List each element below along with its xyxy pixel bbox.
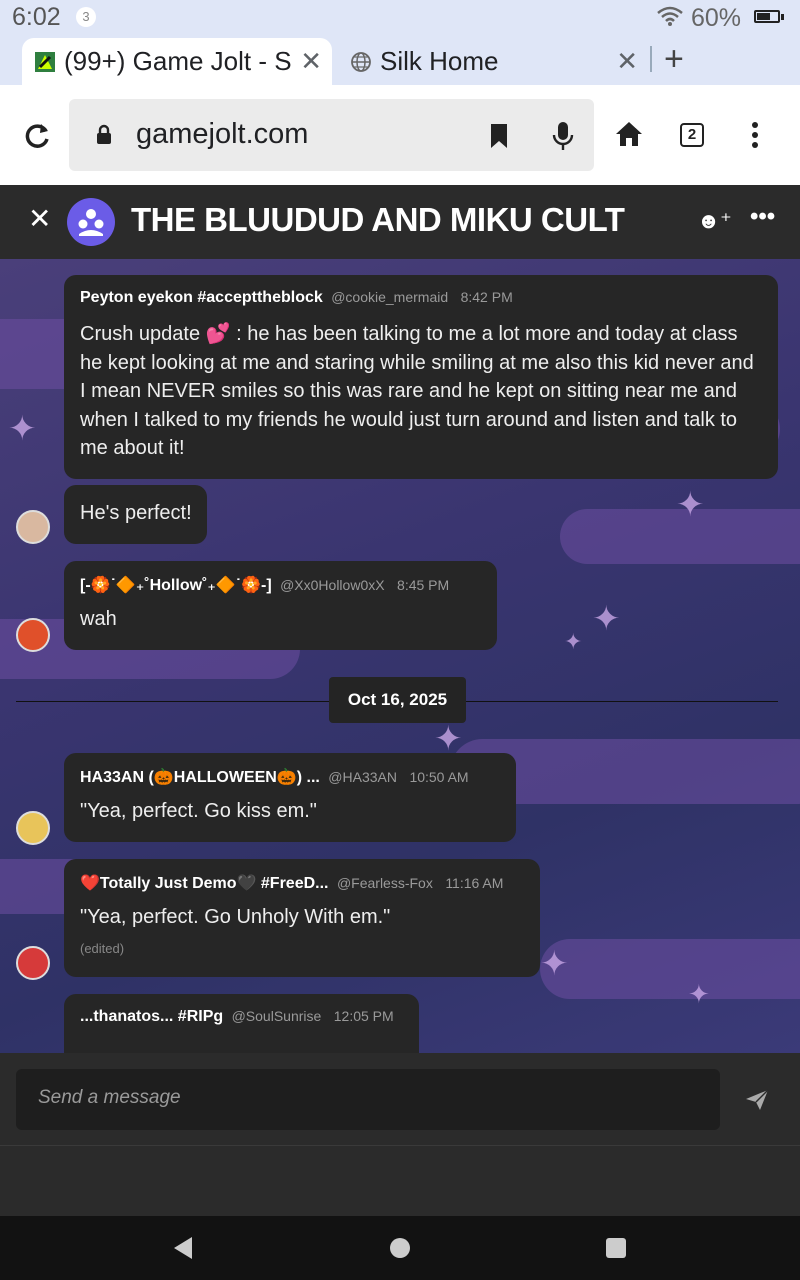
user-avatar[interactable] [16,811,50,845]
message-meta: ...thanatos... #RIPg @SoulSunrise 12:05 … [80,1008,394,1026]
message-text: "Yea, perfect. Go Unholy With em." [80,906,391,928]
microphone-icon[interactable] [552,121,574,151]
close-chat-icon[interactable]: ✕ [28,202,51,235]
author-name[interactable]: ...thanatos... #RIPg [80,1008,223,1025]
message-bubble[interactable]: ...thanatos... #RIPg @SoulSunrise 12:05 … [64,994,419,1053]
tab-gamejolt[interactable]: (99+) Game Jolt - S ✕ [22,38,332,85]
composer-footer [0,1146,800,1216]
home-button-icon[interactable] [390,1238,410,1258]
author-name[interactable]: HA33AN (🎃HALLOWEEN🎃) ... [80,769,320,786]
lock-icon [97,124,111,144]
tab-title: (99+) Game Jolt - S [64,46,292,76]
author-name[interactable]: ❤️Totally Just Demo🖤 #FreeD... [80,875,329,892]
browser-toolbar: gamejolt.com 2 [0,85,800,185]
message-meta: Peyton eyekon #accepttheblock @cookie_me… [80,289,513,307]
message-time: 11:16 AM [445,875,504,891]
battery-tip [781,14,784,20]
notification-count-badge: 3 [76,7,96,27]
message-line: me about it! [80,437,185,460]
tab-separator [650,46,652,72]
user-avatar[interactable] [16,946,50,980]
message-time: 10:50 AM [409,769,469,785]
bg-star: ✦ [8,410,37,448]
add-member-icon[interactable]: ☻⁺ [697,208,732,234]
message-meta: [-🏵️˙🔶₊˚Hollow˚₊🔶˙🏵️-] @Xx0Hollow0xX 8:4… [80,575,449,595]
author-handle[interactable]: @HA33AN [328,769,397,785]
message-bubble[interactable]: [-🏵️˙🔶₊˚Hollow˚₊🔶˙🏵️-] @Xx0Hollow0xX 8:4… [64,561,497,650]
message-time: 8:45 PM [397,577,450,593]
chat-header: ✕ THE BLUUDUD AND MIKU CULT ☻⁺ ••• [0,185,800,259]
user-avatar[interactable] [16,510,50,544]
message-input[interactable]: Send a message [16,1069,720,1130]
message-bubble[interactable]: ❤️Totally Just Demo🖤 #FreeD... @Fearless… [64,859,540,977]
home-icon[interactable] [615,121,643,147]
new-tab-button[interactable]: + [664,40,684,79]
message-line: I mean NEVER smiles so this was rare and… [80,380,737,403]
bg-star: ✦ [564,629,583,654]
tab-silk-home[interactable]: Silk Home ✕ [338,38,648,85]
date-divider: Oct 16, 2025 [329,677,466,723]
tab-title: Silk Home [380,46,499,76]
message-time: 12:05 PM [333,1008,394,1024]
menu-dots-icon[interactable] [750,121,760,149]
chat-title: THE BLUUDUD AND MIKU CULT [131,201,625,238]
reload-icon[interactable] [22,121,52,151]
author-handle[interactable]: @SoulSunrise [232,1008,322,1024]
author-handle[interactable]: @cookie_mermaid [331,289,448,305]
author-name[interactable]: [-🏵️˙🔶₊˚Hollow˚₊🔶˙🏵️-] [80,577,272,594]
message-bubble[interactable]: He's perfect! [64,485,207,544]
wifi-icon [657,6,683,26]
group-avatar [67,198,115,246]
gamejolt-favicon-icon [35,51,55,72]
message-meta: ❤️Totally Just Demo🖤 #FreeD... @Fearless… [80,873,503,893]
message-bubble[interactable]: HA33AN (🎃HALLOWEEN🎃) ... @HA33AN 10:50 A… [64,753,516,842]
author-name[interactable]: Peyton eyekon #accepttheblock [80,289,323,306]
bg-star: ✦ [592,600,621,638]
chat-messages[interactable]: ✦ ✦ ✦ ✦ ✦ ✦ ✦ Peyton eyekon #acceptthebl… [0,259,800,1053]
group-icon [78,209,104,236]
more-options-icon[interactable]: ••• [750,203,775,231]
recent-apps-icon[interactable] [606,1238,626,1258]
author-handle[interactable]: @Fearless-Fox [337,875,433,891]
message-text: Crush update 💕 : he has been talking to … [80,320,770,463]
back-icon[interactable] [174,1237,192,1259]
bookmark-icon[interactable] [489,123,509,149]
send-icon[interactable] [745,1089,769,1111]
globe-icon [351,51,371,72]
author-handle[interactable]: @Xx0Hollow0xX [280,577,384,593]
status-bar: 6:02 3 60% [0,0,800,38]
url-text: gamejolt.com [136,118,309,150]
address-bar[interactable]: gamejolt.com [69,99,594,171]
bg-star: ✦ [676,486,705,524]
status-time: 6:02 [12,3,61,31]
bg-star: ✦ [688,979,710,1009]
tab-close-icon[interactable]: ✕ [300,46,322,77]
message-line: he kept looking at me and staring while … [80,351,754,374]
user-avatar[interactable] [16,618,50,652]
bg-star: ✦ [540,945,569,983]
message-meta: HA33AN (🎃HALLOWEEN🎃) ... @HA33AN 10:50 A… [80,767,469,787]
message-text: wah [80,608,117,630]
tab-switcher-button[interactable]: 2 [680,123,704,147]
message-text: "Yea, perfect. Go kiss em." [80,800,317,822]
message-line: when I talked to my friends he would jus… [80,408,738,431]
message-time: 8:42 PM [460,289,513,305]
message-line: Crush update 💕 : he has been talking to … [80,323,738,345]
message-bubble[interactable]: Peyton eyekon #accepttheblock @cookie_me… [64,275,778,479]
battery-icon [754,10,780,23]
bg-cloud [540,939,800,999]
message-text: He's perfect! [80,502,192,524]
battery-percent: 60% [691,4,742,32]
message-composer: Send a message [0,1053,800,1146]
tab-close-icon[interactable]: ✕ [616,46,638,77]
edited-label: (edited) [80,941,125,956]
system-nav-bar [0,1216,800,1280]
